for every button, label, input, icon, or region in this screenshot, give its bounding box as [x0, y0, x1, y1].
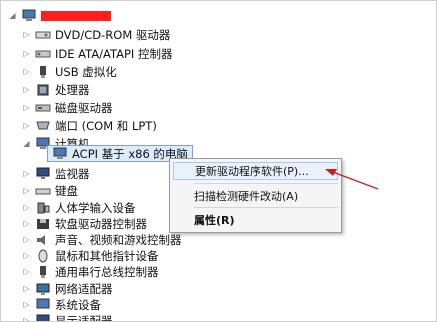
- annotation-arrow-icon: [325, 169, 379, 190]
- device-manager-window: ◢ ▷ DVD/CD-ROM 驱动器 ▷ IDE ATA/ATAPI 控制器 ▷…: [0, 0, 437, 322]
